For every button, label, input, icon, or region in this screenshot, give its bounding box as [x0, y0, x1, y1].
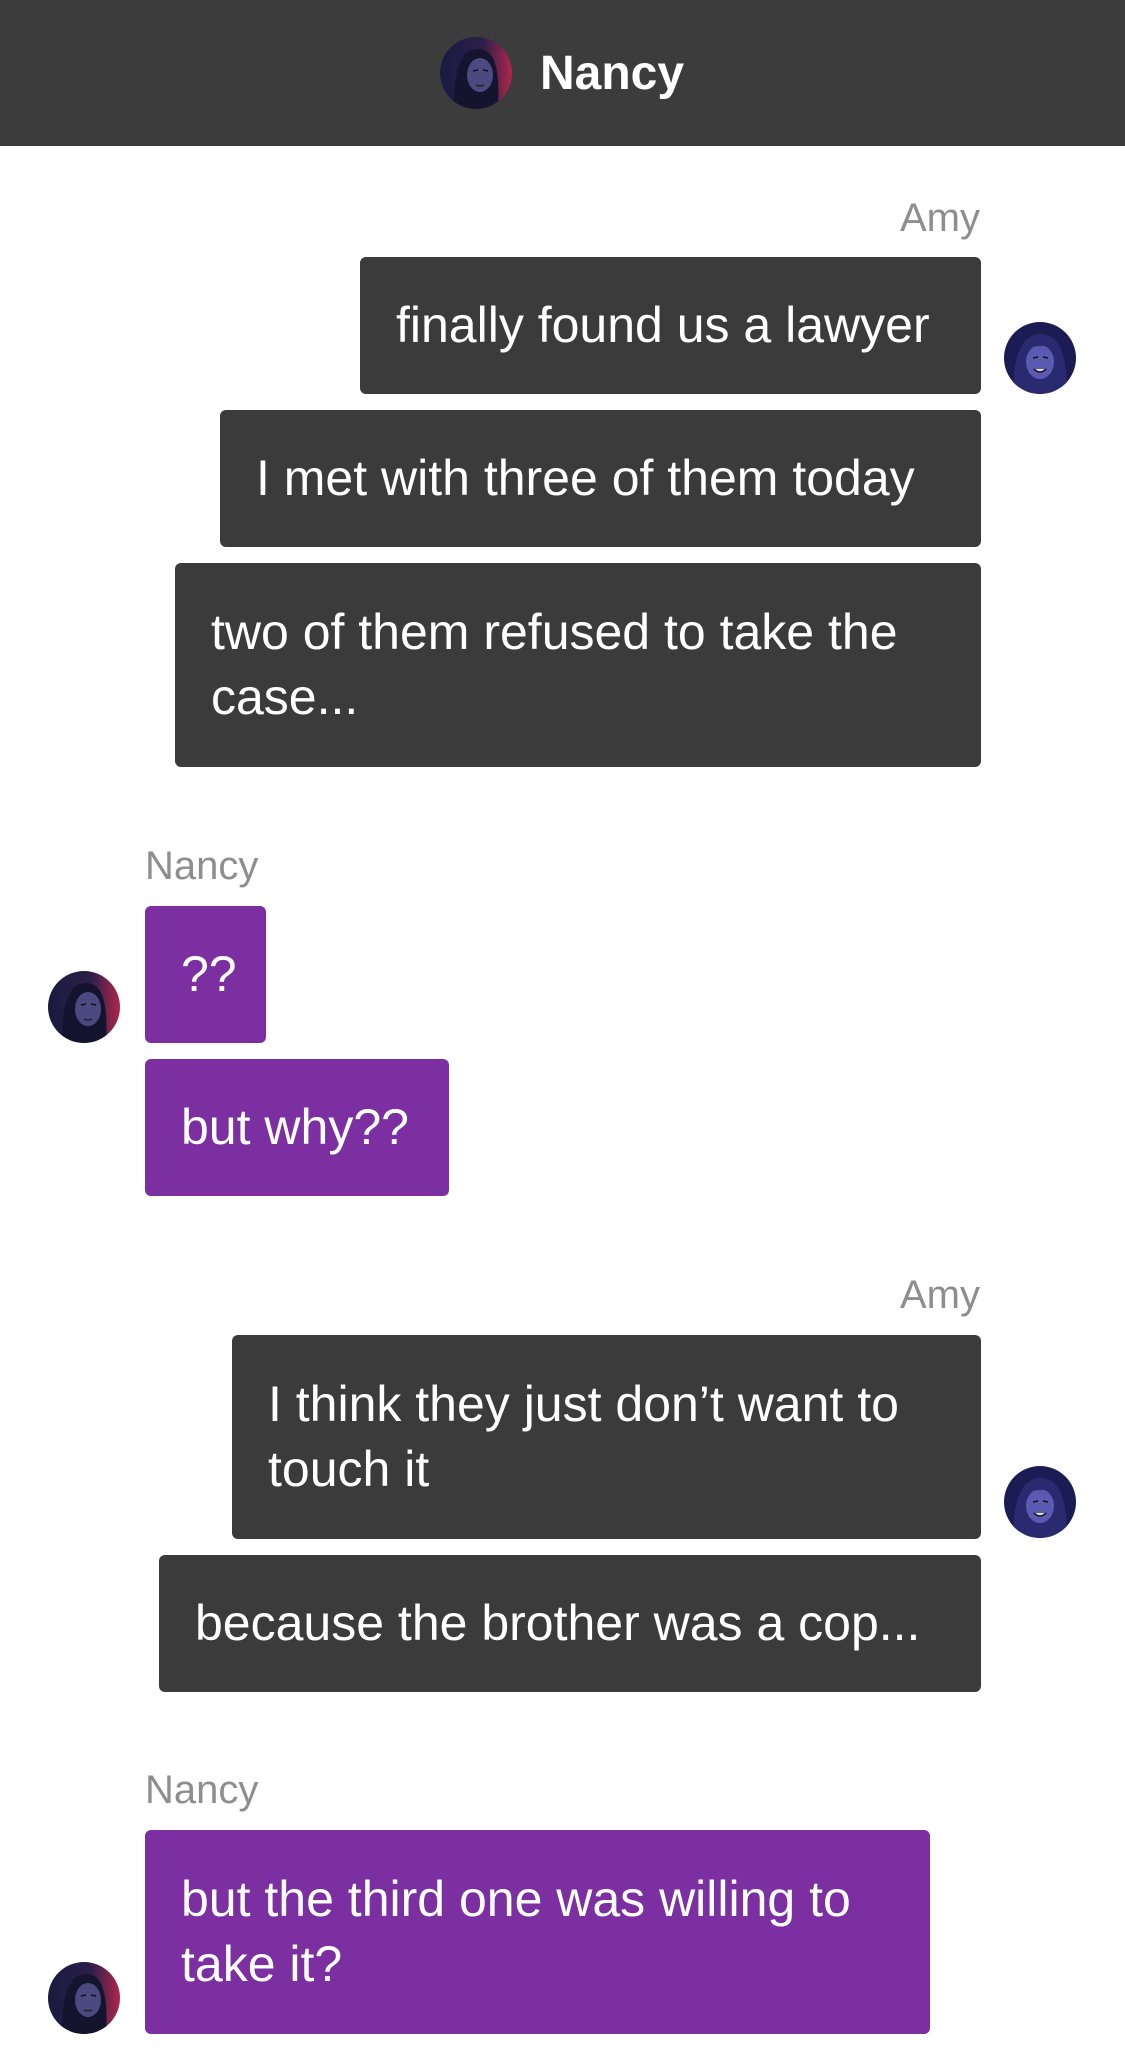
chat-title: Nancy: [540, 47, 685, 100]
message-bubble-outgoing[interactable]: because the brother was a cop...: [159, 1555, 981, 1692]
message-bubble-outgoing[interactable]: I think they just don’t want to touch it: [232, 1335, 981, 1539]
nancy-avatar-icon[interactable]: [48, 1962, 120, 2034]
sender-label-amy: Amy: [900, 1273, 980, 1317]
message-bubble-outgoing[interactable]: finally found us a lawyer: [360, 257, 981, 394]
message-bubble-incoming[interactable]: ??: [145, 906, 266, 1043]
chat-header: Nancy: [0, 0, 1125, 146]
message-bubble-outgoing[interactable]: I met with three of them today: [220, 410, 981, 547]
message-bubble-incoming[interactable]: but why??: [145, 1059, 449, 1196]
nancy-avatar-icon[interactable]: [48, 971, 120, 1043]
sender-label-nancy: Nancy: [145, 844, 259, 888]
amy-avatar-icon[interactable]: [1004, 322, 1076, 394]
sender-label-amy: Amy: [900, 196, 980, 240]
message-bubble-outgoing[interactable]: two of them refused to take the case...: [175, 563, 981, 767]
message-bubble-incoming[interactable]: but the third one was willing to take it…: [145, 1830, 930, 2034]
nancy-avatar-icon[interactable]: [440, 37, 512, 109]
sender-label-nancy: Nancy: [145, 1768, 259, 1812]
amy-avatar-icon[interactable]: [1004, 1466, 1076, 1538]
